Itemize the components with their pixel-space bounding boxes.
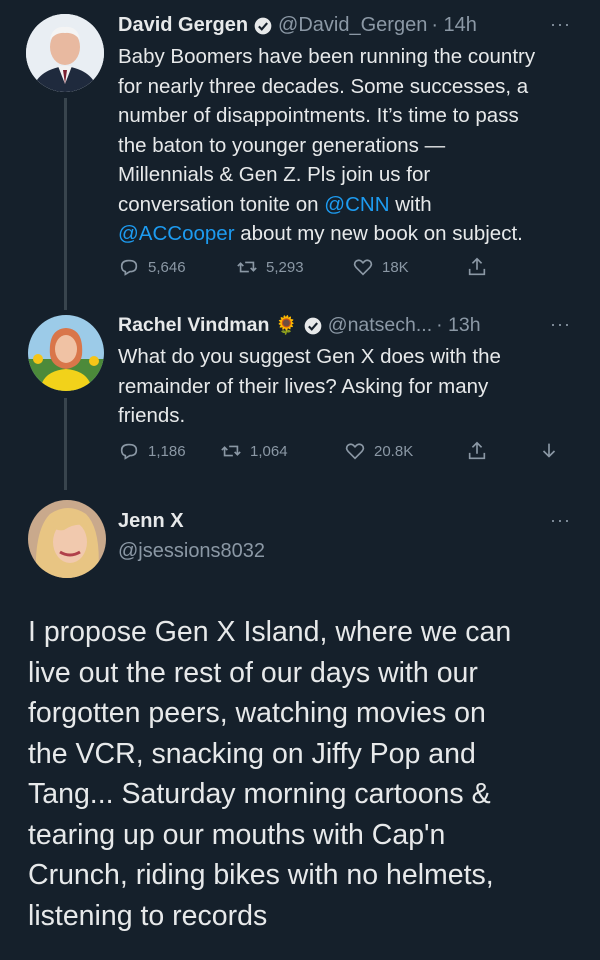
tweet-time[interactable]: · 14h (431, 14, 477, 37)
retweet-button[interactable]: 5,293 (236, 256, 304, 278)
mention-cnn[interactable]: @CNN (324, 193, 389, 216)
tweet-text-line: I propose Gen X Island, where we can (28, 616, 512, 648)
tweet-text: I propose Gen X Island, where we can liv… (28, 612, 588, 936)
verified-badge-icon (254, 17, 272, 34)
tweet-text-line: number of disappointments. It’s time to … (118, 104, 519, 127)
more-options-icon[interactable]: ··· (550, 314, 571, 335)
like-count: 18K (382, 258, 409, 276)
tweet-text-line: Tang... Saturday morning cartoons & (28, 778, 491, 810)
reply-icon (120, 443, 138, 460)
share-icon (468, 257, 486, 276)
retweet-count: 5,293 (266, 258, 304, 276)
tweet-header: Jenn X (118, 510, 184, 533)
tweet-text-line: live out the rest of our days with our (28, 656, 478, 689)
tweet-text-line: listening to records (28, 899, 268, 932)
retweet-icon (237, 261, 257, 273)
share-button[interactable] (466, 256, 488, 278)
tweet-time[interactable]: · 13h (436, 314, 480, 337)
tweet-actions: 1,186 1,064 20.8K (118, 440, 588, 464)
retweet-button[interactable]: 1,064 (220, 440, 288, 462)
author-name[interactable]: Jenn X (118, 510, 184, 533)
author-handle-row: @jsessions8032 (118, 540, 265, 563)
download-icon (542, 443, 556, 458)
thread-line (64, 398, 67, 490)
retweet-count: 1,064 (250, 442, 288, 460)
tweet-text-line: friends. (118, 404, 186, 427)
share-button[interactable] (466, 440, 488, 462)
tweet-text-line: the VCR, snacking on Jiffy Pop and (28, 737, 476, 770)
avatar-rachel-vindman[interactable] (28, 315, 104, 391)
thread-line (64, 98, 67, 310)
tweet-text-line: Millennials & Gen Z. Pls join us for (118, 163, 431, 186)
tweet-text-line: for nearly three decades. Some successes… (118, 74, 529, 98)
tweet-text-line: remainder of their lives? Asking for man… (118, 374, 489, 398)
tweet-text-line: the baton to younger generations — (118, 133, 446, 157)
tweet-actions: 5,646 5,293 18K (118, 256, 588, 280)
retweet-icon (221, 445, 241, 457)
author-name[interactable]: Rachel Vindman (118, 314, 269, 337)
tweet-text-line: @ACCooper about my new book on subject. (118, 222, 523, 245)
avatar-david-gergen[interactable] (26, 14, 104, 92)
tweet-header: David Gergen @David_Gergen · 14h (118, 14, 477, 37)
sunflower-icon: 🌻 (275, 315, 298, 335)
like-icon (345, 443, 365, 460)
tweet-rachel-vindman[interactable]: Rachel Vindman 🌻 @natsech... · 13h ··· W… (0, 310, 600, 490)
tweet-text-line: Baby Boomers have been running the count… (118, 45, 536, 68)
reply-button[interactable]: 5,646 (118, 256, 186, 278)
tweet-text-line: Crunch, riding bikes with no helmets, (28, 859, 494, 891)
tweet-text-line: forgotten peers, watching movies on (28, 697, 486, 729)
more-options-icon[interactable]: ··· (550, 14, 571, 35)
author-handle[interactable]: @natsech... (328, 314, 432, 337)
tweet-text: Baby Boomers have been running the count… (118, 42, 535, 249)
tweet-text-line: conversation tonite on @CNN with (118, 192, 432, 216)
like-count: 20.8K (374, 442, 414, 460)
author-handle[interactable]: @jsessions8032 (118, 540, 265, 563)
mention-accooper[interactable]: @ACCooper (118, 222, 235, 245)
like-button[interactable]: 18K (352, 256, 409, 278)
tweet-text: What do you suggest Gen X does with the … (118, 342, 501, 431)
more-options-icon[interactable]: ··· (550, 510, 571, 531)
author-name[interactable]: David Gergen (118, 14, 248, 37)
like-button[interactable]: 20.8K (344, 440, 413, 462)
like-icon (353, 259, 373, 276)
tweet-david-gergen[interactable]: David Gergen @David_Gergen · 14h ··· Bab… (0, 0, 600, 310)
tweet-header: Rachel Vindman 🌻 @natsech... · 13h (118, 314, 481, 337)
reply-count: 1,186 (148, 442, 186, 460)
reply-icon (120, 259, 138, 276)
share-icon (468, 441, 486, 460)
verified-badge-icon (304, 317, 322, 334)
tweet-text-line: tearing up our mouths with Cap'n (28, 818, 446, 851)
author-handle[interactable]: @David_Gergen (278, 14, 427, 37)
download-button[interactable] (538, 440, 560, 462)
reply-button[interactable]: 1,186 (118, 440, 186, 462)
reply-count: 5,646 (148, 258, 186, 276)
avatar-jenn-x[interactable] (28, 500, 106, 578)
tweet-text-line: What do you suggest Gen X does with the (118, 345, 501, 368)
